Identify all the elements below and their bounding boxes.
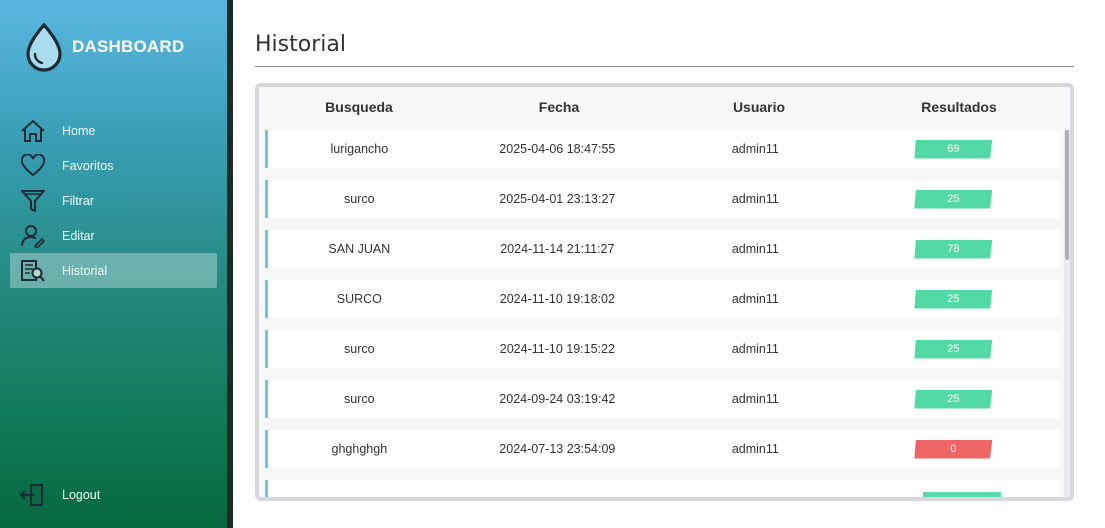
sidebar-item-label: Editar (62, 228, 95, 243)
sidebar-item-historial[interactable]: Historial (10, 253, 217, 288)
cell-resultados: 69 (847, 139, 1060, 159)
column-header-resultados[interactable]: Resultados (859, 87, 1059, 127)
column-header-usuario[interactable]: Usuario (659, 87, 859, 127)
cell-busqueda: ghghghgh (331, 442, 388, 456)
filter-icon (20, 188, 46, 214)
cell-busqueda: surco (344, 342, 375, 356)
sidebar-item-favoritos[interactable]: Favoritos (10, 148, 217, 183)
main-content: Historial Busqueda Fecha Usuario Resulta… (233, 0, 1105, 528)
heart-icon (20, 153, 46, 179)
history-table: Busqueda Fecha Usuario Resultados luriga… (255, 83, 1074, 501)
sidebar-item-label: Filtrar (62, 193, 94, 208)
table-row[interactable]: ghghghgh 2024-07-13 23:54:09 admin11 0 (265, 430, 1060, 468)
results-badge: 25 (914, 339, 993, 359)
table-row[interactable]: surco 2025-04-01 23:13:27 admin11 25 (265, 180, 1060, 218)
sidebar-item-label: Favoritos (62, 158, 114, 173)
cell-resultados: 78 (847, 239, 1060, 259)
cell-fecha: 2024-09-24 03:19:42 (499, 392, 616, 406)
brand[interactable]: DASHBOARD (22, 22, 184, 72)
cell-usuario: admin11 (731, 342, 779, 356)
table-row[interactable]: surco 2024-09-24 03:19:42 admin11 25 (265, 380, 1060, 418)
title-divider (255, 66, 1074, 67)
table-row-partial[interactable] (265, 480, 1060, 497)
table-row[interactable]: lurigancho 2025-04-06 18:47:55 admin11 6… (265, 130, 1060, 168)
cell-resultados: 0 (847, 439, 1060, 459)
page-title: Historial (255, 32, 346, 57)
results-badge: 25 (914, 389, 993, 409)
cell-fecha: 2025-04-06 18:47:55 (499, 142, 616, 156)
results-badge: 69 (914, 139, 993, 159)
home-icon (20, 118, 46, 144)
cell-usuario: admin11 (731, 142, 779, 156)
cell-usuario: admin11 (731, 392, 779, 406)
cell-busqueda: surco (344, 392, 375, 406)
table-scrollbar-thumb[interactable] (1065, 130, 1069, 260)
cell-resultados: 25 (847, 339, 1060, 359)
cell-resultados: 25 (847, 289, 1060, 309)
logout-label: Logout (62, 488, 101, 502)
column-header-busqueda[interactable]: Busqueda (259, 87, 459, 127)
sidebar-nav: Home Favoritos Filtrar Editar Historial (10, 113, 217, 288)
results-badge: 0 (914, 439, 993, 459)
cell-resultados: 25 (847, 189, 1060, 209)
table-row[interactable]: SURCO 2024-11-10 19:18:02 admin11 25 (265, 280, 1060, 318)
table-row[interactable]: SAN JUAN 2024-11-14 21:11:27 admin11 78 (265, 230, 1060, 268)
sidebar-item-editar[interactable]: Editar (10, 218, 217, 253)
results-badge: 25 (914, 289, 993, 309)
results-badge-partial (923, 492, 1001, 497)
logout-icon (20, 482, 46, 508)
column-header-fecha[interactable]: Fecha (459, 87, 659, 127)
cell-busqueda: lurigancho (330, 142, 389, 156)
brand-name: DASHBOARD (72, 37, 185, 56)
sidebar-item-filtrar[interactable]: Filtrar (10, 183, 217, 218)
cell-resultados: 25 (847, 389, 1060, 409)
user-edit-icon (20, 223, 46, 249)
history-icon (20, 258, 46, 284)
water-drop-logo-icon (26, 22, 62, 72)
app-window: DASHBOARD Home Favoritos Filtrar Editar … (0, 0, 1105, 528)
cell-busqueda: SURCO (336, 292, 382, 306)
cell-busqueda: surco (344, 192, 375, 206)
cell-busqueda: SAN JUAN (328, 242, 391, 256)
results-badge: 78 (914, 239, 993, 259)
cell-fecha: 2024-11-10 19:15:22 (499, 342, 615, 356)
sidebar: DASHBOARD Home Favoritos Filtrar Editar … (0, 0, 227, 528)
sidebar-item-label: Home (62, 123, 96, 138)
cell-usuario: admin11 (731, 242, 779, 256)
cell-usuario: admin11 (731, 292, 779, 306)
cell-fecha: 2024-07-13 23:54:09 (499, 442, 616, 456)
cell-usuario: admin11 (731, 442, 779, 456)
results-badge: 25 (914, 189, 993, 209)
table-header: Busqueda Fecha Usuario Resultados (259, 87, 1070, 127)
table-row[interactable]: surco 2024-11-10 19:15:22 admin11 25 (265, 330, 1060, 368)
table-body: lurigancho 2025-04-06 18:47:55 admin11 6… (265, 130, 1060, 497)
sidebar-item-home[interactable]: Home (10, 113, 217, 148)
cell-fecha: 2024-11-10 19:18:02 (499, 292, 615, 306)
cell-usuario: admin11 (731, 192, 779, 206)
logout-button[interactable]: Logout (20, 482, 100, 508)
cell-fecha: 2024-11-14 21:11:27 (500, 242, 615, 256)
sidebar-item-label: Historial (62, 263, 108, 278)
cell-fecha: 2025-04-01 23:13:27 (499, 192, 616, 206)
